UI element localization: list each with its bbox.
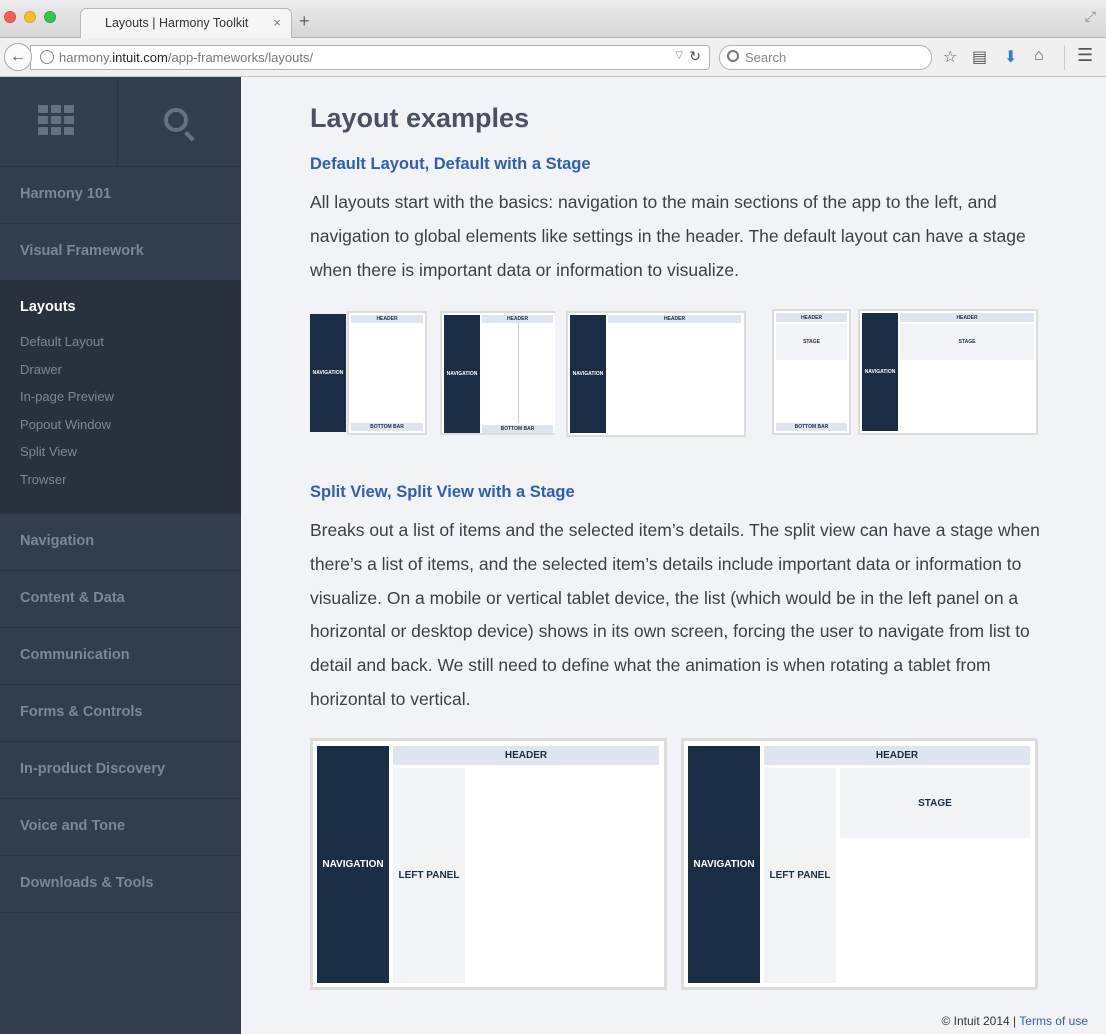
split-stage-header: HEADER [764, 746, 1030, 765]
sidebar-subitem-default-layout[interactable]: Default Layout [20, 334, 241, 362]
sidebar-subitem-trowser[interactable]: Trowser [20, 472, 241, 500]
footer-copyright: © Intuit 2014 [941, 1014, 1010, 1028]
mock2-bottom-bar: BOTTOM BAR [482, 425, 553, 433]
mock2-device: NAVIGATION HEADER BOTTOM BAR [440, 311, 555, 435]
sidebar-item-layouts[interactable]: Layouts [20, 299, 241, 315]
mock3-device: NAVIGATION HEADER [566, 311, 746, 437]
reading-list-icon[interactable]: ▤ [972, 47, 987, 67]
split-left-panel: LEFT PANEL [393, 768, 465, 983]
mock5-navigation: NAVIGATION [862, 313, 898, 431]
mock1-bottom-bar: BOTTOM BAR [351, 423, 423, 431]
page-title: Layout examples [310, 103, 530, 133]
mock-split-view: NAVIGATION HEADER LEFT PANEL [310, 738, 667, 990]
new-tab-button[interactable]: + [299, 11, 310, 32]
home-icon[interactable]: ⌂ [1034, 47, 1044, 65]
mock2-header: HEADER [482, 315, 553, 323]
split-stage-left-panel: LEFT PANEL [764, 768, 836, 983]
url-dropdown-icon[interactable]: ▽ [675, 50, 683, 61]
grid-icon [38, 105, 74, 135]
mock4-header: HEADER [776, 313, 847, 322]
sidebar-top [0, 77, 241, 167]
mock5-device: NAVIGATION HEADER STAGE [858, 309, 1038, 435]
terms-of-use-link[interactable]: Terms of use [1019, 1014, 1088, 1028]
sidebar-subitem-popout-window[interactable]: Popout Window [20, 417, 241, 445]
fullscreen-icon[interactable]: ⤢ [1085, 8, 1096, 25]
menu-icon[interactable]: ☰ [1077, 45, 1093, 66]
sidebar-item-visual-framework[interactable]: Visual Framework [0, 224, 241, 281]
tab-close-icon[interactable]: × [273, 15, 281, 30]
close-window-button[interactable] [4, 11, 16, 23]
mock3-navigation: NAVIGATION [570, 315, 606, 433]
sidebar-item-navigation[interactable]: Navigation [0, 514, 241, 571]
mock1-device: HEADER BOTTOM BAR [347, 311, 427, 435]
search-placeholder: Search [745, 50, 787, 65]
footer: © Intuit 2014 | Terms of use [941, 1014, 1088, 1028]
mock2-navigation: NAVIGATION [444, 315, 480, 433]
mock4-device: HEADER STAGE BOTTOM BAR [772, 309, 851, 435]
mock-split-view-stage: NAVIGATION HEADER LEFT PANEL STAGE [681, 738, 1038, 990]
zoom-window-button[interactable] [44, 11, 56, 23]
sidebar-item-downloads-tools[interactable]: Downloads & Tools [0, 856, 241, 913]
sidebar-item-forms-controls[interactable]: Forms & Controls [0, 685, 241, 742]
mock4-stage: STAGE [776, 324, 847, 360]
footer-separator: | [1013, 1014, 1017, 1028]
split-stage-stage: STAGE [840, 768, 1030, 838]
sidebar-item-communication[interactable]: Communication [0, 628, 241, 685]
bookmark-star-icon[interactable]: ☆ [943, 47, 957, 67]
mock1-navigation: NAVIGATION [310, 314, 346, 432]
toolbar-divider [1064, 45, 1065, 70]
split-header: HEADER [393, 746, 659, 765]
mock4-bottom-bar: BOTTOM BAR [776, 423, 847, 431]
sidebar-subitem-split-view[interactable]: Split View [20, 444, 241, 472]
sidebar-section-layouts: Layouts Default Layout Drawer In-page Pr… [0, 281, 241, 514]
section-heading-default-layout: Default Layout, Default with a Stage [310, 155, 591, 173]
tab-title: Layouts | Harmony Toolkit [105, 16, 249, 30]
sidebar-subitem-in-page-preview[interactable]: In-page Preview [20, 389, 241, 417]
sidebar-item-harmony-101[interactable]: Harmony 101 [0, 167, 241, 224]
split-stage-navigation: NAVIGATION [688, 746, 760, 983]
sidebar-subitem-drawer[interactable]: Drawer [20, 362, 241, 390]
back-button[interactable]: ← [4, 43, 32, 71]
url-text: harmony.intuit.com/app-frameworks/layout… [59, 50, 314, 65]
sidebar-item-content-data[interactable]: Content & Data [0, 571, 241, 628]
sidebar-item-voice-tone[interactable]: Voice and Tone [0, 799, 241, 856]
minimize-window-button[interactable] [24, 11, 36, 23]
split-navigation: NAVIGATION [317, 746, 389, 983]
downloads-icon[interactable]: ⬇ [1004, 47, 1017, 67]
mock2-drawer-edge [518, 323, 519, 423]
browser-tab[interactable]: Layouts | Harmony Toolkit × [80, 8, 292, 39]
section-body-split-view: Breaks out a list of items and the selec… [310, 520, 1040, 709]
mock1-header: HEADER [351, 315, 423, 323]
sidebar-item-in-product-discovery[interactable]: In-product Discovery [0, 742, 241, 799]
reload-icon[interactable]: ↻ [689, 48, 701, 65]
globe-icon [40, 50, 54, 64]
sidebar-search-icon[interactable] [164, 108, 188, 132]
section-body-default-layout: All layouts start with the basics: navig… [310, 192, 1026, 280]
mock5-header: HEADER [900, 313, 1034, 322]
mock3-header: HEADER [608, 315, 741, 323]
apps-grid-button[interactable] [0, 77, 118, 167]
sidebar: Harmony 101 Visual Framework Layouts Def… [0, 77, 241, 1034]
browser-titlebar: Layouts | Harmony Toolkit × + ⤢ [0, 0, 1106, 39]
mock5-stage: STAGE [900, 324, 1034, 360]
url-bar[interactable]: harmony.intuit.com/app-frameworks/layout… [30, 45, 710, 70]
section-heading-split-view: Split View, Split View with a Stage [310, 483, 575, 501]
browser-search-input[interactable]: Search [719, 45, 932, 70]
search-icon [727, 50, 739, 62]
browser-navbar: harmony.intuit.com/app-frameworks/layout… [0, 38, 1106, 77]
